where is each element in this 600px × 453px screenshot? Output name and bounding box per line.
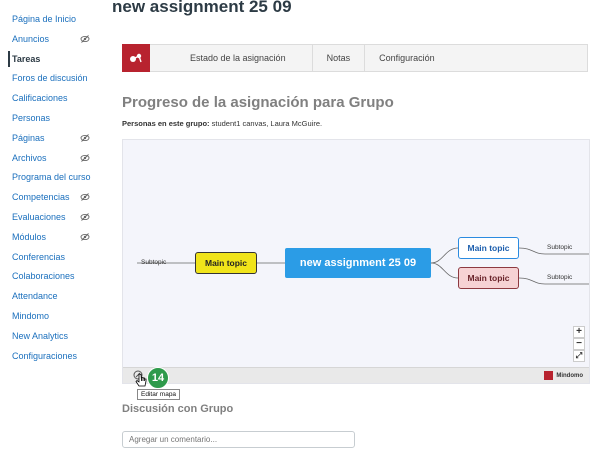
- sidebar-item-label: Módulos: [12, 231, 47, 242]
- map-footer: Mindomo: [123, 367, 589, 383]
- sidebar-item-15[interactable]: Mindomo: [8, 308, 94, 324]
- sidebar-item-9[interactable]: Competencias: [8, 189, 94, 205]
- sidebar-item-label: Competencias: [12, 192, 70, 203]
- left-main-topic[interactable]: Main topic: [195, 252, 257, 274]
- sidebar-item-label: Attendance: [12, 291, 58, 302]
- mindomo-logo-icon: [122, 44, 150, 72]
- sidebar-item-10[interactable]: Evaluaciones: [8, 209, 94, 225]
- sidebar-item-label: Conferencias: [12, 251, 66, 262]
- discussion-title: Discusión con Grupo: [122, 403, 234, 415]
- sidebar-item-1[interactable]: Anuncios: [8, 31, 94, 47]
- right-subtopic-1[interactable]: Subtopic: [547, 244, 572, 251]
- hand-cursor-icon: [135, 373, 147, 387]
- left-subtopic[interactable]: Subtopic: [141, 259, 166, 266]
- sidebar-item-16[interactable]: New Analytics: [8, 328, 94, 344]
- tab-assignment-status[interactable]: Estado de la asignación: [150, 45, 313, 71]
- right-main-topic-1[interactable]: Main topic: [458, 237, 519, 259]
- hidden-eye-icon: [80, 192, 90, 202]
- sidebar-item-label: Archivos: [12, 152, 47, 163]
- hidden-eye-icon: [80, 212, 90, 222]
- fit-to-screen-button[interactable]: ⤢: [573, 350, 585, 362]
- central-topic[interactable]: new assignment 25 09: [285, 248, 431, 278]
- sidebar-item-label: New Analytics: [12, 330, 69, 341]
- group-members: Personas en este grupo: student1 canvas,…: [122, 119, 322, 128]
- sidebar-item-2[interactable]: Tareas: [8, 50, 94, 67]
- mindomo-brand-label: Mindomo: [556, 372, 583, 379]
- sidebar-item-label: Programa del curso: [12, 172, 91, 183]
- sidebar-item-label: Tareas: [12, 53, 41, 64]
- count-badge: 14: [147, 367, 169, 389]
- sidebar-item-17[interactable]: Configuraciones: [8, 348, 94, 364]
- sidebar-item-label: Páginas: [12, 132, 45, 143]
- tab-settings[interactable]: Configuración: [365, 45, 449, 71]
- zoom-in-button[interactable]: +: [573, 326, 585, 338]
- hidden-eye-icon: [80, 34, 90, 44]
- sidebar-item-label: Foros de discusión: [12, 73, 88, 84]
- edit-map-tooltip: Editar mapa: [137, 389, 181, 400]
- sidebar-item-6[interactable]: Páginas: [8, 130, 94, 146]
- sidebar-item-label: Personas: [12, 113, 51, 123]
- group-members-label: Personas en este grupo:: [122, 119, 210, 128]
- sidebar-item-13[interactable]: Colaboraciones: [8, 268, 94, 284]
- sidebar-item-label: Colaboraciones: [12, 271, 75, 282]
- sidebar-item-7[interactable]: Archivos: [8, 150, 94, 166]
- hidden-eye-icon: [80, 133, 90, 143]
- sidebar-item-label: Configuraciones: [12, 350, 78, 361]
- sidebar-item-11[interactable]: Módulos: [8, 229, 94, 245]
- sidebar-item-label: Mindomo: [12, 311, 50, 321]
- sidebar-item-label: Página de Inicio: [12, 14, 77, 24]
- sidebar-item-3[interactable]: Foros de discusión: [8, 70, 94, 86]
- progress-title: Progreso de la asignación para Grupo: [122, 94, 394, 111]
- hidden-eye-icon: [80, 232, 90, 242]
- mind-map-canvas[interactable]: Subtopic Main topic new assignment 25 09…: [122, 139, 590, 384]
- sidebar-item-label: Anuncios: [12, 33, 50, 44]
- tab-grades[interactable]: Notas: [313, 45, 366, 71]
- sidebar-item-5[interactable]: Personas: [8, 110, 94, 126]
- mindomo-brand-icon: [544, 371, 554, 380]
- course-navigation: Página de Inicio Anuncios Tareas Foros de d…: [0, 0, 100, 453]
- comment-input[interactable]: [122, 431, 355, 448]
- sidebar-item-label: Evaluaciones: [12, 212, 66, 222]
- right-main-topic-2[interactable]: Main topic: [458, 267, 519, 289]
- sidebar-item-12[interactable]: Conferencias: [8, 249, 94, 265]
- right-subtopic-2[interactable]: Subtopic: [547, 274, 572, 281]
- group-members-names: student1 canvas, Laura McGuire.: [209, 119, 323, 128]
- mindomo-brand: Mindomo: [544, 371, 583, 380]
- page-title: new assignment 25 09: [112, 0, 292, 16]
- sidebar-item-8[interactable]: Programa del curso: [8, 169, 94, 185]
- sidebar-item-0[interactable]: Página de Inicio: [8, 11, 94, 27]
- zoom-out-button[interactable]: −: [573, 338, 585, 350]
- mindomo-toolbar: Estado de la asignación Notas Configurac…: [122, 44, 588, 72]
- hidden-eye-icon: [80, 153, 90, 163]
- sidebar-item-label: Calificaciones: [12, 93, 68, 104]
- sidebar-item-14[interactable]: Attendance: [8, 288, 94, 304]
- sidebar-item-4[interactable]: Calificaciones: [8, 90, 94, 106]
